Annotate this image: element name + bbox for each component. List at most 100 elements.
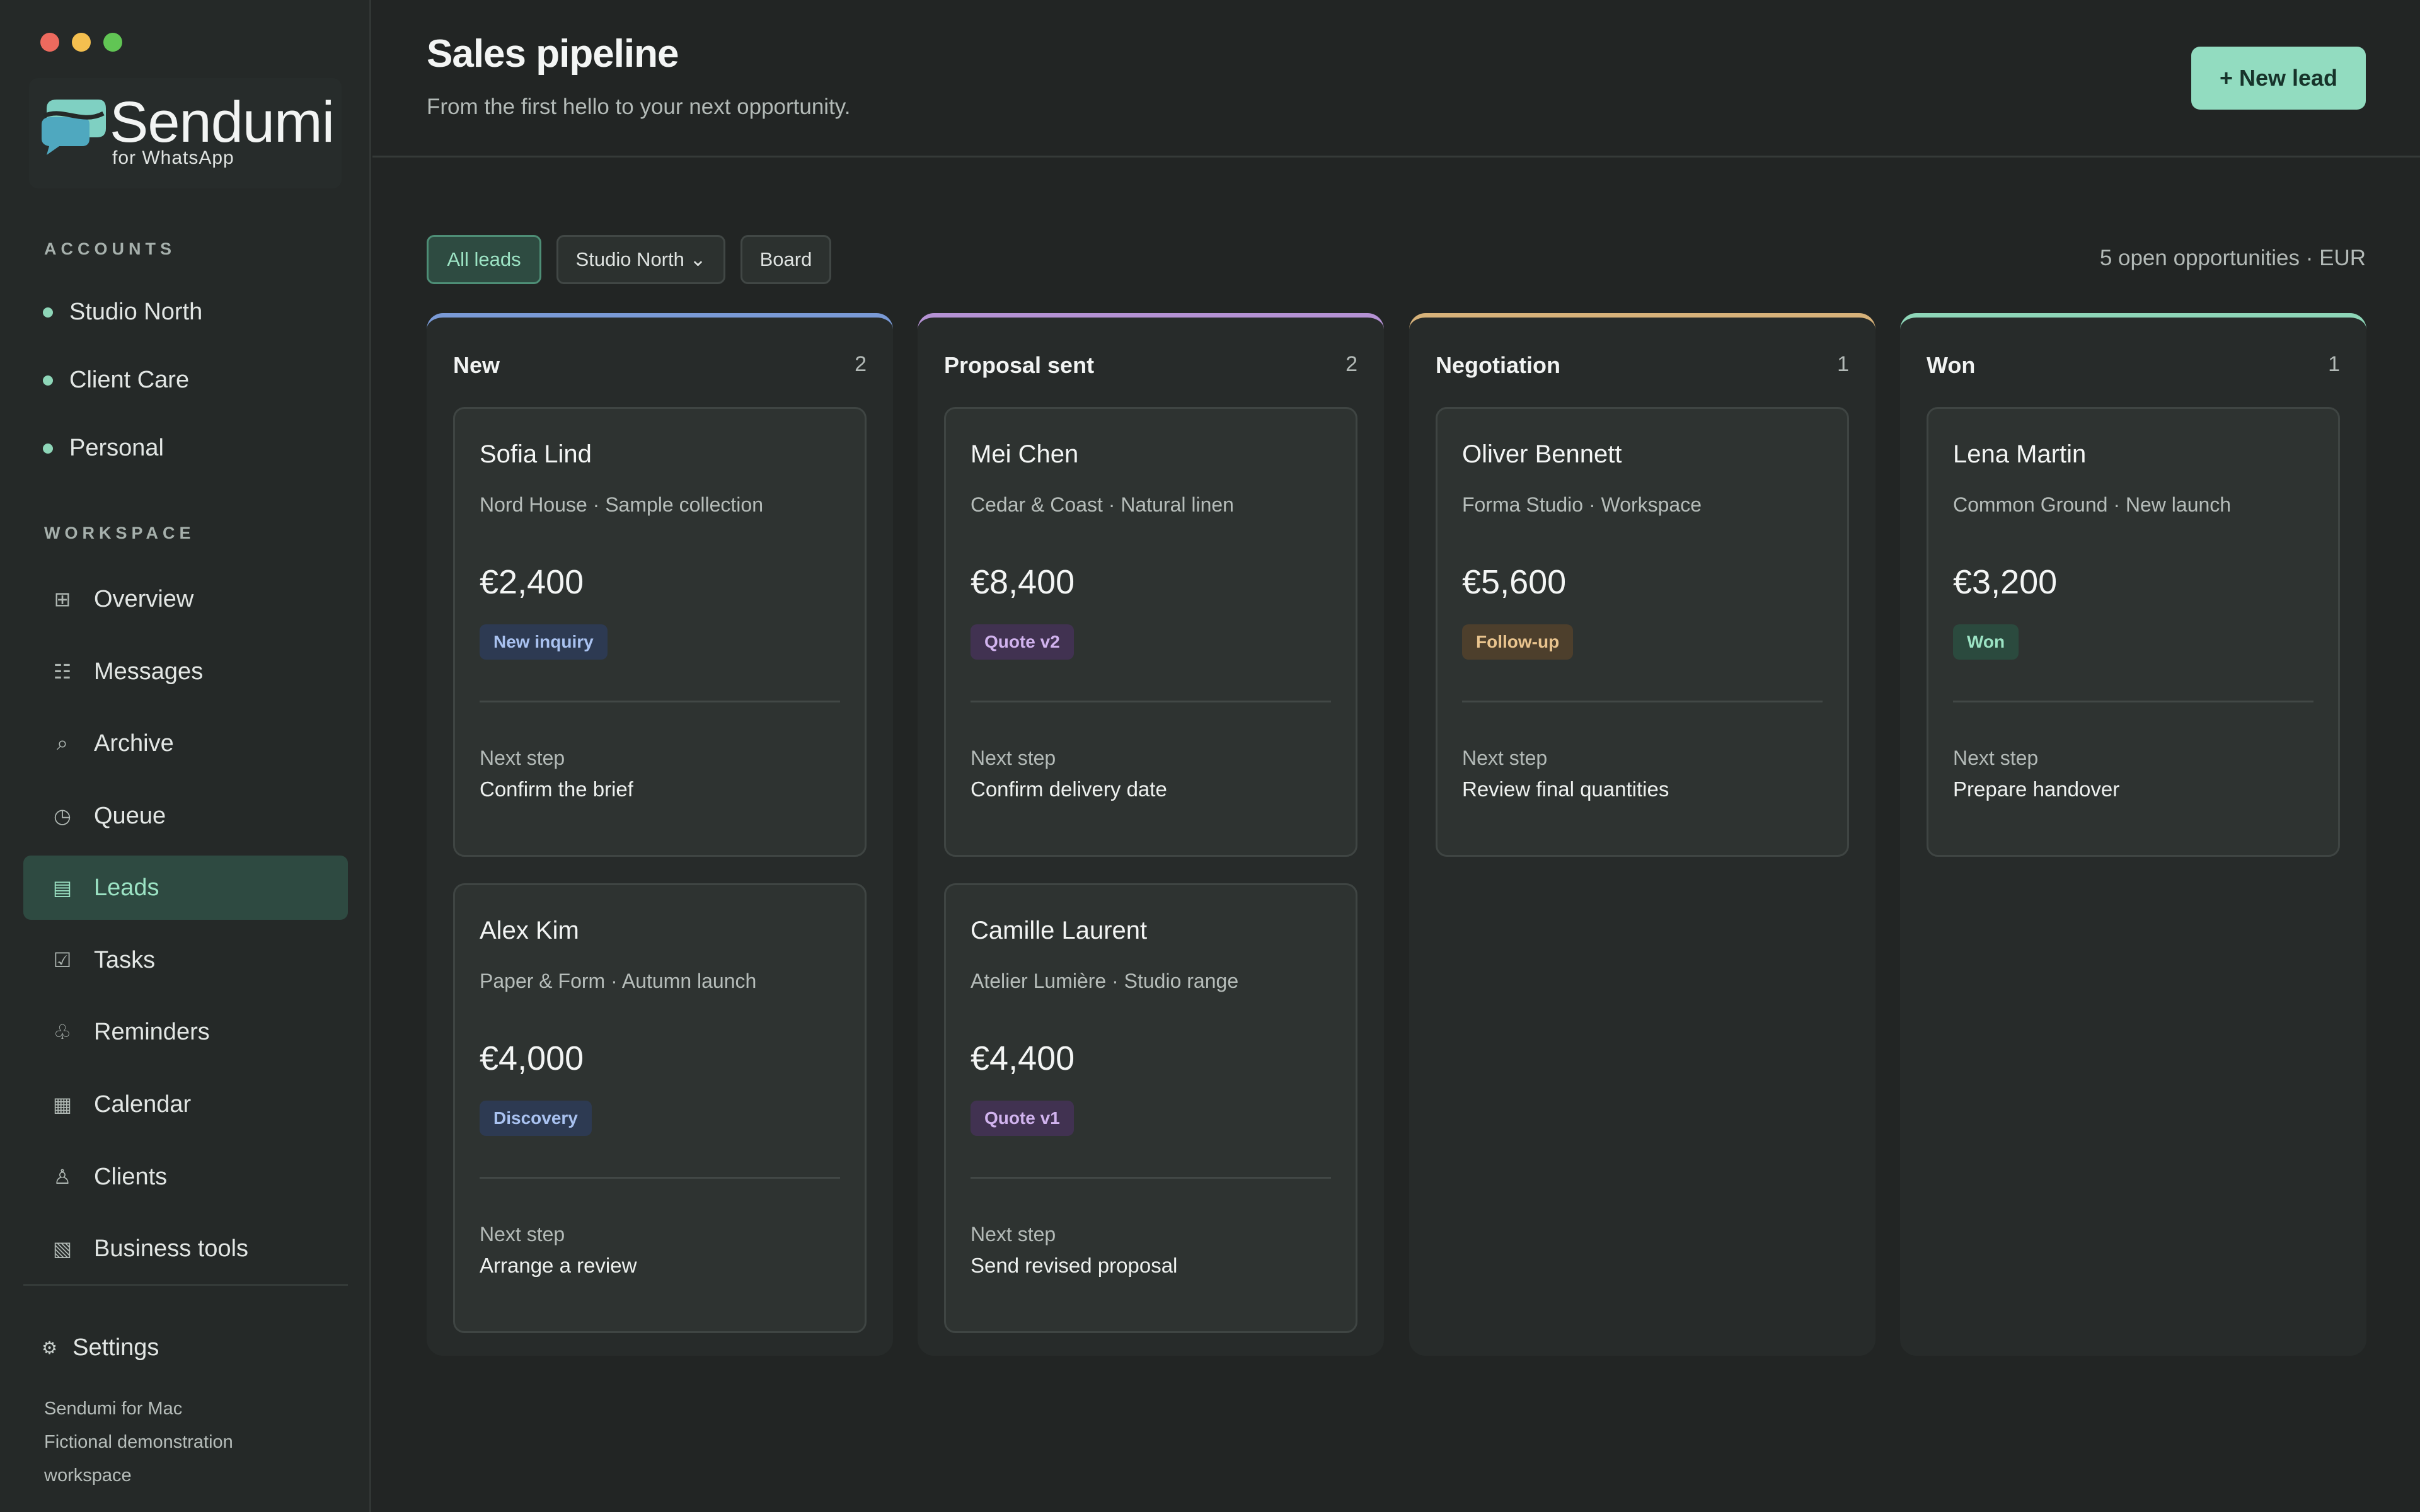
status-badge: New inquiry: [480, 624, 608, 660]
lead-amount: €4,000: [480, 1040, 584, 1077]
account-studio-north[interactable]: Studio North: [43, 299, 202, 326]
sidebar-footer: Sendumi for Mac Fictional demonstration …: [44, 1392, 309, 1492]
tools-icon: ▧: [52, 1237, 72, 1260]
status-badge: Follow-up: [1462, 624, 1574, 660]
footer-app-name: Sendumi for Mac: [44, 1399, 183, 1419]
next-step-value: Arrange a review: [480, 1254, 637, 1277]
brand-logo: Sendumi for WhatsApp: [29, 78, 342, 188]
lead-meta: Atelier Lumière · Studio range: [971, 970, 1239, 992]
pipeline-summary: 5 open opportunities · EUR: [2099, 246, 2366, 270]
settings-label: Settings: [72, 1334, 159, 1361]
status-dot: [43, 443, 53, 454]
sidebar: Sendumi for WhatsApp ACCOUNTS Studio Nor…: [0, 0, 371, 1512]
next-step-value: Review final quantities: [1462, 777, 1669, 801]
lead-card-sofia-lind[interactable]: Sofia Lind Nord House · Sample collectio…: [453, 407, 867, 857]
page-title: Sales pipeline: [427, 32, 679, 76]
lead-name: Camille Laurent: [971, 917, 1148, 944]
column-title: Proposal sent: [944, 352, 1095, 378]
lead-card-alex-kim[interactable]: Alex Kim Paper & Form · Autumn launch €4…: [453, 883, 867, 1333]
lead-card-lena-martin[interactable]: Lena Martin Common Ground · New launch €…: [1927, 407, 2340, 857]
column-title: Won: [1927, 352, 1976, 378]
lead-amount: €5,600: [1462, 563, 1567, 601]
sidebar-item-tasks[interactable]: ☑ Tasks: [23, 928, 348, 992]
lead-name: Mei Chen: [971, 440, 1079, 468]
column-count: 1: [1837, 352, 1849, 376]
logo-icon: [42, 100, 106, 155]
lead-amount: €3,200: [1953, 563, 2058, 601]
next-step-value: Prepare handover: [1953, 777, 2120, 801]
lead-card-oliver-bennett[interactable]: Oliver Bennett Forma Studio · Workspace …: [1436, 407, 1849, 857]
card-divider: [480, 1177, 840, 1179]
column-title: New: [453, 352, 500, 378]
next-step-value: Confirm delivery date: [971, 777, 1167, 801]
sidebar-item-calendar[interactable]: ▦ Calendar: [23, 1072, 348, 1137]
page-subtitle: From the first hello to your next opport…: [427, 94, 851, 119]
column-new: New 2 Sofia Lind Nord House · Sample col…: [427, 313, 893, 1356]
footer-note: Fictional demonstration workspace: [44, 1432, 233, 1486]
sidebar-item-queue[interactable]: ◷ Queue: [23, 784, 348, 848]
minimize-window-button[interactable]: [72, 33, 91, 52]
filter-all-leads[interactable]: All leads: [427, 235, 541, 284]
sidebar-item-messages[interactable]: ☷ Messages: [23, 639, 348, 704]
lead-name: Alex Kim: [480, 917, 579, 944]
column-count: 1: [2328, 352, 2340, 376]
clock-icon: ◷: [54, 805, 71, 827]
brand-subtitle: for WhatsApp: [112, 147, 234, 168]
card-divider: [971, 1177, 1331, 1179]
list-icon: ☷: [53, 660, 72, 683]
column-negotiation: Negotiation 1 Oliver Bennett Forma Studi…: [1409, 313, 1876, 1356]
new-lead-button[interactable]: + New lead: [2191, 47, 2366, 110]
sidebar-item-business-tools[interactable]: ▧ Business tools: [23, 1217, 348, 1281]
lead-name: Sofia Lind: [480, 440, 592, 468]
sidebar-item-label: Reminders: [94, 1018, 210, 1045]
column-proposal-sent: Proposal sent 2 Mei Chen Cedar & Coast ·…: [918, 313, 1384, 1356]
search-icon: ⌕: [57, 731, 68, 754]
account-label: Studio North: [69, 299, 203, 325]
account-client-care[interactable]: Client Care: [43, 367, 189, 394]
calendar-icon: ▦: [52, 1093, 72, 1116]
sidebar-item-archive[interactable]: ⌕ Archive: [23, 711, 348, 776]
view-toggle-board[interactable]: Board: [740, 235, 831, 284]
zoom-window-button[interactable]: [103, 33, 122, 52]
lead-meta: Nord House · Sample collection: [480, 493, 763, 516]
lead-name: Oliver Bennett: [1462, 440, 1622, 468]
lead-meta: Cedar & Coast · Natural linen: [971, 493, 1234, 516]
next-step-label: Next step: [1953, 747, 2039, 769]
sidebar-item-overview[interactable]: ⊞ Overview: [23, 567, 348, 631]
column-won: Won 1 Lena Martin Common Ground · New la…: [1900, 313, 2366, 1356]
account-filter-dropdown[interactable]: Studio North ⌄: [556, 235, 725, 284]
sidebar-item-label: Clients: [94, 1163, 168, 1190]
sidebar-item-leads[interactable]: ▤ Leads: [23, 856, 348, 920]
card-divider: [480, 701, 840, 702]
sidebar-item-label: Tasks: [94, 946, 156, 973]
sidebar-item-label: Overview: [94, 585, 194, 612]
lead-amount: €4,400: [971, 1040, 1075, 1077]
card-divider: [1953, 701, 2313, 702]
sidebar-divider: [23, 1284, 348, 1286]
sidebar-item-label: Calendar: [94, 1091, 192, 1118]
workspace-heading: WORKSPACE: [44, 524, 195, 542]
lead-amount: €8,400: [971, 563, 1075, 601]
account-label: Personal: [69, 435, 164, 461]
window-controls: [40, 33, 122, 52]
next-step-value: Send revised proposal: [971, 1254, 1178, 1277]
card-divider: [971, 701, 1331, 702]
column-title: Negotiation: [1436, 352, 1560, 378]
status-badge: Quote v2: [971, 624, 1074, 660]
sidebar-item-reminders[interactable]: ♧ Reminders: [23, 1000, 348, 1064]
account-label: Client Care: [69, 367, 190, 393]
close-window-button[interactable]: [40, 33, 59, 52]
lead-card-camille-laurent[interactable]: Camille Laurent Atelier Lumière · Studio…: [944, 883, 1357, 1333]
person-icon: ♙: [53, 1166, 72, 1188]
account-personal[interactable]: Personal: [43, 435, 164, 462]
settings-button[interactable]: ⚙ Settings: [42, 1334, 159, 1361]
sidebar-item-label: Queue: [94, 802, 166, 829]
column-count: 2: [855, 352, 867, 376]
accounts-heading: ACCOUNTS: [44, 239, 176, 258]
status-badge: Discovery: [480, 1101, 592, 1136]
sidebar-item-clients[interactable]: ♙ Clients: [23, 1145, 348, 1209]
sidebar-item-label: Archive: [94, 730, 174, 757]
grid-icon: ⊞: [54, 588, 71, 610]
status-dot: [43, 307, 53, 318]
lead-card-mei-chen[interactable]: Mei Chen Cedar & Coast · Natural linen €…: [944, 407, 1357, 857]
